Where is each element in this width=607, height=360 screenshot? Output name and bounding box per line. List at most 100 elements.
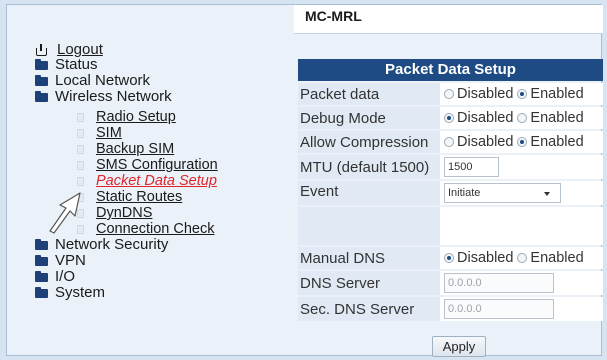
sidebar-item-io[interactable]: I/O [35,269,75,285]
sidebar-item-label: Static Routes [96,189,183,205]
manual-dns-disabled-radio[interactable] [444,253,454,263]
row-mtu: MTU (default 1500) 1500 [298,155,603,179]
field-label: Event [298,181,440,205]
allow-compression-disabled-radio[interactable] [444,137,454,147]
sidebar-item-label: Backup SIM [96,141,175,157]
option-label: Enabled [530,250,584,266]
sidebar-item-label: Radio Setup [96,109,176,125]
main-content: MC-MRL Packet Data Setup Packet data Dis… [294,5,603,357]
packet-data-disabled-radio[interactable] [444,89,454,99]
field-label: MTU (default 1500) [298,155,440,179]
spacer-cell [440,207,603,245]
row-packet-data: Packet data Disabled Enabled [298,83,603,105]
arrow-pointer-icon [49,192,81,234]
field-value: Disabled Enabled [440,247,603,269]
field-label: DNS Server [298,271,440,295]
sidebar-item-label: Status [55,56,98,73]
field-label: Packet data [298,83,440,105]
option-label: Disabled [457,110,514,126]
sidebar-item-label: Network Security [55,236,169,253]
debug-mode-radio-group: Disabled Enabled [444,110,588,126]
folder-icon [35,74,48,86]
field-value: Initiate [440,181,603,205]
sidebar-item-label: SMS Configuration [96,157,218,173]
folder-icon [35,238,48,250]
debug-mode-disabled-radio[interactable] [444,113,454,123]
row-allow-compression: Allow Compression Disabled Enabled [298,131,603,153]
sidebar-item-backup-sim[interactable]: Backup SIM [77,142,174,157]
sidebar-item-sms-configuration[interactable]: SMS Configuration [77,158,218,173]
sidebar-item-label: DynDNS [96,205,153,221]
sidebar-item-static-routes[interactable]: Static Routes [77,190,182,205]
sidebar-item-label: Packet Data Setup [96,173,217,189]
sidebar-item-label: Local Network [55,72,151,89]
checkbox-icon [77,145,84,154]
panel-title: Packet Data Setup [298,59,603,81]
field-value: 1500 [440,155,603,179]
spacer-cell [298,207,440,245]
logout-icon [35,44,47,56]
allow-compression-enabled-radio[interactable] [517,137,528,147]
folder-icon [35,270,48,282]
option-label: Disabled [457,86,514,102]
field-value: 0.0.0.0 [440,271,603,295]
packet-data-radio-group: Disabled Enabled [444,86,588,102]
device-title: MC-MRL [305,8,362,24]
sidebar-item-radio-setup[interactable]: Radio Setup [77,110,176,125]
field-value: Disabled Enabled [440,107,603,129]
row-manual-dns: Manual DNS Disabled Enabled [298,247,603,269]
sidebar-item-local-network[interactable]: Local Network [35,73,150,89]
sidebar-item-dyndns[interactable]: DynDNS [77,206,152,221]
folder-icon [35,58,48,70]
sidebar-item-wireless-network[interactable]: Wireless Network [35,89,172,105]
option-label: Enabled [530,134,584,150]
checkbox-icon [77,129,84,138]
sidebar-item-label: SIM [96,125,122,141]
field-value: Disabled Enabled [440,131,603,153]
sidebar-item-status[interactable]: Status [35,57,98,73]
sec-dns-server-input[interactable]: 0.0.0.0 [444,299,554,319]
sidebar-item-connection-check[interactable]: Connection Check [77,222,215,237]
sidebar-nav: Logout Status Local Network Wireless Net… [7,5,290,355]
field-value: Disabled Enabled [440,83,603,105]
option-label: Enabled [530,86,584,102]
sidebar-item-sim[interactable]: SIM [77,126,122,141]
field-label: Allow Compression [298,131,440,153]
mtu-input[interactable]: 1500 [444,157,499,177]
event-select[interactable]: Initiate [444,183,561,203]
sidebar-item-vpn[interactable]: VPN [35,253,86,269]
sidebar-item-label: Wireless Network [55,88,172,105]
packet-data-enabled-radio[interactable] [517,89,528,99]
folder-icon [35,90,48,102]
sidebar-item-label: Connection Check [96,221,215,237]
debug-mode-enabled-radio[interactable] [517,113,528,123]
field-label: Manual DNS [298,247,440,269]
device-header: MC-MRL [294,5,603,34]
folder-icon [35,254,48,266]
option-label: Disabled [457,250,514,266]
row-sec-dns-server: Sec. DNS Server 0.0.0.0 [298,297,603,321]
checkbox-icon [77,177,84,186]
checkbox-icon [77,113,84,122]
field-label: Sec. DNS Server [298,297,440,321]
apply-button[interactable]: Apply [432,336,486,357]
checkbox-icon [77,161,84,170]
row-spacer [298,207,603,245]
option-label: Enabled [530,110,584,126]
allow-compression-radio-group: Disabled Enabled [444,134,588,150]
field-value: 0.0.0.0 [440,297,603,321]
row-dns-server: DNS Server 0.0.0.0 [298,271,603,295]
sidebar-item-system[interactable]: System [35,285,105,301]
row-debug-mode: Debug Mode Disabled Enabled [298,107,603,129]
chevron-down-icon [544,192,550,196]
event-select-value: Initiate [448,187,481,199]
field-label: Debug Mode [298,107,440,129]
app-frame: Logout Status Local Network Wireless Net… [6,4,603,357]
dns-server-input[interactable]: 0.0.0.0 [444,273,554,293]
sidebar-item-network-security[interactable]: Network Security [35,237,168,253]
folder-icon [35,286,48,298]
sidebar-item-label: VPN [55,252,86,269]
manual-dns-enabled-radio[interactable] [517,253,528,263]
sidebar-item-packet-data-setup[interactable]: Packet Data Setup [77,174,217,189]
option-label: Disabled [457,134,514,150]
